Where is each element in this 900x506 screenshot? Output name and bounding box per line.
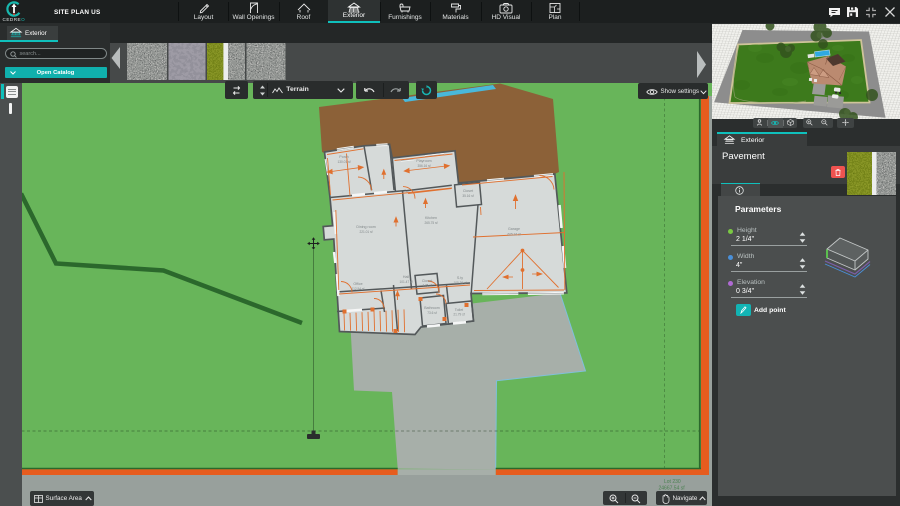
svg-text:Toilet: Toilet — [455, 308, 463, 312]
svg-text:4.75 sf: 4.75 sf — [422, 284, 432, 288]
svg-text:Closet: Closet — [422, 279, 432, 283]
svg-text:101.47 sf: 101.47 sf — [399, 280, 412, 284]
svg-text:105.36 sf: 105.36 sf — [453, 281, 466, 285]
svg-text:Porch: Porch — [339, 155, 348, 159]
svg-text:130.01 sf: 130.01 sf — [337, 160, 350, 164]
svg-text:S.ty: S.ty — [457, 276, 463, 280]
svg-text:Garage: Garage — [508, 227, 520, 231]
svg-text:356.16 sf: 356.16 sf — [417, 164, 430, 168]
svg-text:Office: Office — [353, 282, 362, 286]
svg-text:Dining room: Dining room — [356, 225, 375, 229]
svg-text:Closet: Closet — [463, 189, 473, 193]
svg-text:Playroom: Playroom — [416, 159, 431, 163]
svg-text:221.01 sf: 221.01 sf — [359, 230, 372, 234]
svg-text:35.16 sf: 35.16 sf — [462, 194, 473, 198]
svg-text:Bathroom: Bathroom — [424, 306, 440, 310]
svg-text:73.6 sf: 73.6 sf — [427, 311, 437, 315]
svg-text:112.54 sf: 112.54 sf — [352, 287, 365, 291]
svg-text:Hall: Hall — [403, 275, 409, 279]
svg-text:Lot 230: Lot 230 — [664, 479, 681, 485]
svg-text:605.24 sf: 605.24 sf — [507, 233, 520, 237]
svg-text:21.79 sf: 21.79 sf — [453, 313, 464, 317]
svg-text:Kitchen: Kitchen — [425, 216, 437, 220]
svg-text:265.75 sf: 265.75 sf — [424, 221, 437, 225]
